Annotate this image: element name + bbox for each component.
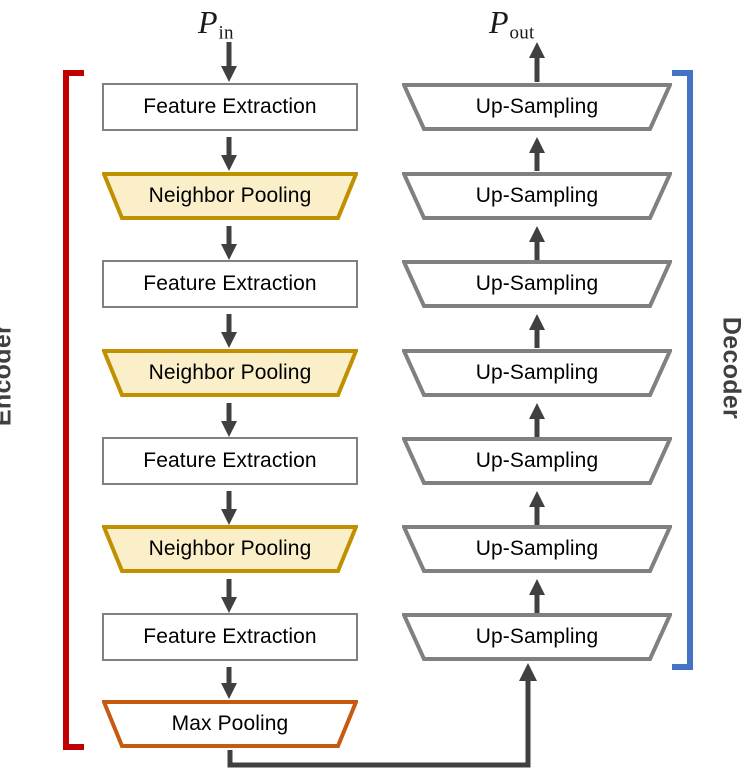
- encoder-arrow-2: [218, 226, 240, 260]
- node-label: Neighbor Pooling: [148, 361, 312, 384]
- node-label: Feature Extraction: [143, 449, 317, 472]
- node-up-sampling-2[interactable]: Up-Sampling: [402, 172, 672, 220]
- architecture-diagram: Pin Pout Feature Extraction Neighbor Poo…: [0, 0, 755, 780]
- node-feature-extraction-3[interactable]: Feature Extraction: [102, 437, 358, 485]
- decoder-arrow-6: [526, 579, 548, 613]
- node-label: Max Pooling: [171, 712, 289, 735]
- node-label: Up-Sampling: [475, 625, 599, 648]
- output-point-cloud-label: Pout: [489, 6, 534, 42]
- encoder-group-label: Encoder: [0, 323, 17, 427]
- decoder-bracket: [668, 70, 698, 670]
- node-neighbor-pooling-1[interactable]: Neighbor Pooling: [102, 172, 358, 220]
- decoder-arrow-4: [526, 403, 548, 437]
- encoder-arrow-4: [218, 403, 240, 437]
- node-up-sampling-1[interactable]: Up-Sampling: [402, 83, 672, 131]
- output-symbol: P: [489, 4, 509, 40]
- node-label: Up-Sampling: [475, 361, 599, 384]
- node-feature-extraction-4[interactable]: Feature Extraction: [102, 613, 358, 661]
- input-symbol: P: [198, 4, 218, 40]
- decoder-group-label: Decoder: [717, 316, 746, 420]
- encoder-bracket: [58, 70, 88, 750]
- output-subscript: out: [509, 22, 535, 44]
- node-label: Neighbor Pooling: [148, 184, 312, 207]
- node-label: Feature Extraction: [143, 272, 317, 295]
- decoder-arrow-3: [526, 314, 548, 348]
- node-max-pooling[interactable]: Max Pooling: [102, 700, 358, 748]
- encoder-arrow-5: [218, 491, 240, 525]
- node-label: Up-Sampling: [475, 184, 599, 207]
- node-neighbor-pooling-2[interactable]: Neighbor Pooling: [102, 349, 358, 397]
- node-label: Up-Sampling: [475, 537, 599, 560]
- output-arrow-up: [526, 42, 548, 82]
- encoder-arrow-1: [218, 137, 240, 171]
- node-feature-extraction-1[interactable]: Feature Extraction: [102, 83, 358, 131]
- input-subscript: in: [218, 22, 234, 44]
- node-label: Neighbor Pooling: [148, 537, 312, 560]
- node-label: Up-Sampling: [475, 272, 599, 295]
- node-up-sampling-5[interactable]: Up-Sampling: [402, 437, 672, 485]
- node-up-sampling-4[interactable]: Up-Sampling: [402, 349, 672, 397]
- decoder-arrow-1: [526, 137, 548, 171]
- node-up-sampling-7[interactable]: Up-Sampling: [402, 613, 672, 661]
- node-label: Up-Sampling: [475, 95, 599, 118]
- node-feature-extraction-2[interactable]: Feature Extraction: [102, 260, 358, 308]
- decoder-arrow-5: [526, 491, 548, 525]
- node-label: Feature Extraction: [143, 95, 317, 118]
- input-arrow-down: [218, 42, 240, 82]
- node-up-sampling-6[interactable]: Up-Sampling: [402, 525, 672, 573]
- decoder-arrow-2: [526, 226, 548, 260]
- node-label: Up-Sampling: [475, 449, 599, 472]
- encoder-arrow-6: [218, 579, 240, 613]
- node-up-sampling-3[interactable]: Up-Sampling: [402, 260, 672, 308]
- input-point-cloud-label: Pin: [198, 6, 234, 42]
- node-neighbor-pooling-3[interactable]: Neighbor Pooling: [102, 525, 358, 573]
- encoder-arrow-3: [218, 314, 240, 348]
- encoder-arrow-7: [218, 667, 240, 699]
- node-label: Feature Extraction: [143, 625, 317, 648]
